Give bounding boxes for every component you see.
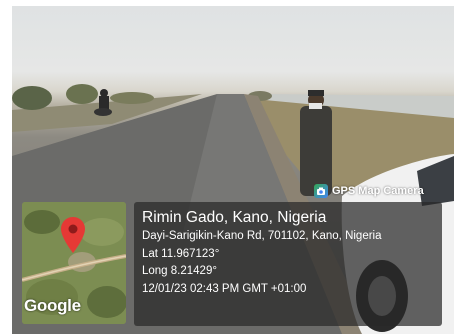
latitude-text: Lat 11.967123° xyxy=(142,247,220,260)
map-pin-icon xyxy=(61,217,85,253)
longitude-text: Long 8.21429° xyxy=(142,265,217,277)
gps-map-camera-badge: GPS Map Camera xyxy=(314,183,424,199)
timestamp-text: 12/01/23 02:43 PM GMT +01:00 xyxy=(142,282,307,295)
location-info-panel: Rimin Gado, Kano, Nigeria Dayi-Sarigikin… xyxy=(134,202,442,326)
google-logo: Google xyxy=(24,296,81,315)
address-text: Dayi-Sarigikin-Kano Rd, 701102, Kano, Ni… xyxy=(142,230,382,242)
camera-badge-label: GPS Map Camera xyxy=(332,185,424,197)
gps-map-camera-icon xyxy=(314,184,328,198)
place-name: Rimin Gado, Kano, Nigeria xyxy=(142,209,327,226)
